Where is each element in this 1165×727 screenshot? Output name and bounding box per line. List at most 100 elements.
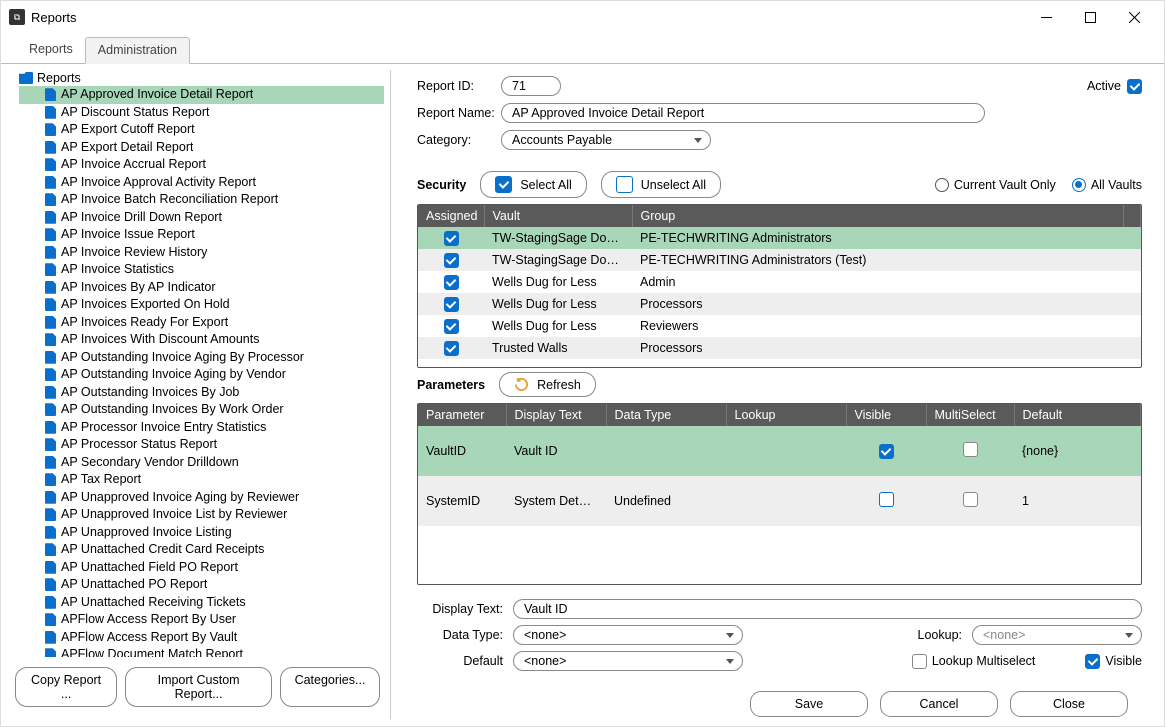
visible-checkbox[interactable]: Visible <box>1085 654 1142 669</box>
display-text-label: Display Text: <box>417 602 503 616</box>
tree-item[interactable]: AP Unattached Field PO Report <box>19 559 384 577</box>
tree-item[interactable]: AP Invoice Statistics <box>19 261 384 279</box>
table-row[interactable]: VaultIDVault ID{none} <box>418 426 1141 476</box>
table-row[interactable]: Trusted WallsProcessors <box>418 337 1141 359</box>
tree-item[interactable]: AP Discount Status Report <box>19 104 384 122</box>
col-datatype[interactable]: Data Type <box>606 404 726 426</box>
table-row[interactable]: Wells Dug for LessAdmin <box>418 271 1141 293</box>
report-id-input[interactable] <box>501 76 561 96</box>
tree-item[interactable]: AP Unapproved Invoice Aging by Reviewer <box>19 489 384 507</box>
tree-item[interactable]: AP Invoices Exported On Hold <box>19 296 384 314</box>
minimize-button[interactable] <box>1024 2 1068 32</box>
col-visible[interactable]: Visible <box>846 404 926 426</box>
tree-item[interactable]: AP Invoices With Discount Amounts <box>19 331 384 349</box>
category-select[interactable]: Accounts Payable <box>501 130 711 150</box>
select-all-button[interactable]: Select All <box>480 171 586 198</box>
active-checkbox[interactable] <box>1127 79 1142 94</box>
visible-checkbox[interactable] <box>879 492 894 507</box>
cancel-button[interactable]: Cancel <box>880 691 998 717</box>
col-display[interactable]: Display Text <box>506 404 606 426</box>
tree-item[interactable]: AP Processor Invoice Entry Statistics <box>19 419 384 437</box>
lookup-select[interactable]: <none> <box>972 625 1142 645</box>
table-row[interactable]: TW-StagingSage DocumentsPE-TECHWRITING A… <box>418 227 1141 249</box>
col-default[interactable]: Default <box>1014 404 1141 426</box>
data-type-select[interactable]: <none> <box>513 625 743 645</box>
tree-item[interactable]: AP Tax Report <box>19 471 384 489</box>
report-tree[interactable]: Reports AP Approved Invoice Detail Repor… <box>11 70 384 657</box>
chevron-down-icon <box>694 138 702 143</box>
col-parameter[interactable]: Parameter <box>418 404 506 426</box>
table-row[interactable]: Wells Dug for LessProcessors <box>418 293 1141 315</box>
tree-item[interactable]: AP Unapproved Invoice List by Reviewer <box>19 506 384 524</box>
tree-item[interactable]: AP Invoice Accrual Report <box>19 156 384 174</box>
assigned-checkbox[interactable] <box>444 319 459 334</box>
tree-item[interactable]: AP Invoices Ready For Export <box>19 314 384 332</box>
tree-item-label: APFlow Document Match Report <box>61 647 243 657</box>
tree-item[interactable]: AP Outstanding Invoice Aging by Vendor <box>19 366 384 384</box>
tree-item[interactable]: APFlow Access Report By User <box>19 611 384 629</box>
tab-administration[interactable]: Administration <box>85 37 190 64</box>
tree-item[interactable]: AP Outstanding Invoices By Work Order <box>19 401 384 419</box>
all-vaults-radio[interactable]: All Vaults <box>1072 178 1142 192</box>
refresh-button[interactable]: Refresh <box>499 372 596 397</box>
table-row[interactable]: SystemIDSystem Determin...Undefined1 <box>418 476 1141 526</box>
tree-item[interactable]: AP Invoice Batch Reconciliation Report <box>19 191 384 209</box>
default-select[interactable]: <none> <box>513 651 743 671</box>
unselect-all-button[interactable]: Unselect All <box>601 171 721 198</box>
tree-item[interactable]: AP Invoices By AP Indicator <box>19 279 384 297</box>
tree-item[interactable]: AP Export Cutoff Report <box>19 121 384 139</box>
assigned-checkbox[interactable] <box>444 253 459 268</box>
col-multiselect[interactable]: MultiSelect <box>926 404 1014 426</box>
save-button[interactable]: Save <box>750 691 868 717</box>
copy-report-button[interactable]: Copy Report ... <box>15 667 117 707</box>
security-table-body[interactable]: TW-StagingSage DocumentsPE-TECHWRITING A… <box>418 227 1141 367</box>
display-text-input[interactable] <box>513 599 1142 619</box>
tree-item[interactable]: AP Processor Status Report <box>19 436 384 454</box>
tree-item[interactable]: APFlow Access Report By Vault <box>19 629 384 647</box>
vault-cell: Wells Dug for Less <box>484 271 632 293</box>
assigned-checkbox[interactable] <box>444 275 459 290</box>
categories-button[interactable]: Categories... <box>280 667 380 707</box>
document-icon <box>45 351 56 364</box>
tree-item-label: APFlow Access Report By User <box>61 612 236 628</box>
table-row[interactable]: Wells Dug for LessReviewers <box>418 315 1141 337</box>
current-vault-radio[interactable]: Current Vault Only <box>935 178 1056 192</box>
tree-item[interactable]: AP Outstanding Invoice Aging By Processo… <box>19 349 384 367</box>
col-group[interactable]: Group <box>632 205 1124 227</box>
document-icon <box>45 333 56 346</box>
lookup-multiselect-checkbox[interactable]: Lookup Multiselect <box>912 654 1036 669</box>
tree-item[interactable]: AP Export Detail Report <box>19 139 384 157</box>
col-vault[interactable]: Vault <box>484 205 632 227</box>
tree-item[interactable]: AP Invoice Drill Down Report <box>19 209 384 227</box>
assigned-checkbox[interactable] <box>444 231 459 246</box>
close-dialog-button[interactable]: Close <box>1010 691 1128 717</box>
tree-item[interactable]: AP Approved Invoice Detail Report <box>19 86 384 104</box>
document-icon <box>45 106 56 119</box>
tree-item[interactable]: AP Unattached Receiving Tickets <box>19 594 384 612</box>
close-button[interactable] <box>1112 2 1156 32</box>
tab-reports[interactable]: Reports <box>17 37 85 63</box>
tree-root-reports[interactable]: Reports <box>19 70 384 86</box>
visible-checkbox[interactable] <box>879 444 894 459</box>
assigned-checkbox[interactable] <box>444 341 459 356</box>
col-lookup[interactable]: Lookup <box>726 404 846 426</box>
assigned-checkbox[interactable] <box>444 297 459 312</box>
tree-item[interactable]: AP Unapproved Invoice Listing <box>19 524 384 542</box>
tree-item[interactable]: AP Outstanding Invoices By Job <box>19 384 384 402</box>
multiselect-checkbox[interactable] <box>963 492 978 507</box>
col-assigned[interactable]: Assigned <box>418 205 484 227</box>
import-custom-report-button[interactable]: Import Custom Report... <box>125 667 272 707</box>
tree-item-label: AP Invoice Drill Down Report <box>61 210 222 226</box>
multiselect-checkbox[interactable] <box>963 442 978 457</box>
tree-item[interactable]: AP Invoice Issue Report <box>19 226 384 244</box>
tree-item[interactable]: AP Invoice Approval Activity Report <box>19 174 384 192</box>
tree-item[interactable]: AP Secondary Vendor Drilldown <box>19 454 384 472</box>
table-row[interactable]: TW-StagingSage Document...PE-TECHWRITING… <box>418 249 1141 271</box>
datatype-cell <box>606 426 726 476</box>
report-name-input[interactable] <box>501 103 985 123</box>
maximize-button[interactable] <box>1068 2 1112 32</box>
tree-item[interactable]: APFlow Document Match Report <box>19 646 384 657</box>
tree-item[interactable]: AP Unattached PO Report <box>19 576 384 594</box>
tree-item[interactable]: AP Unattached Credit Card Receipts <box>19 541 384 559</box>
tree-item[interactable]: AP Invoice Review History <box>19 244 384 262</box>
